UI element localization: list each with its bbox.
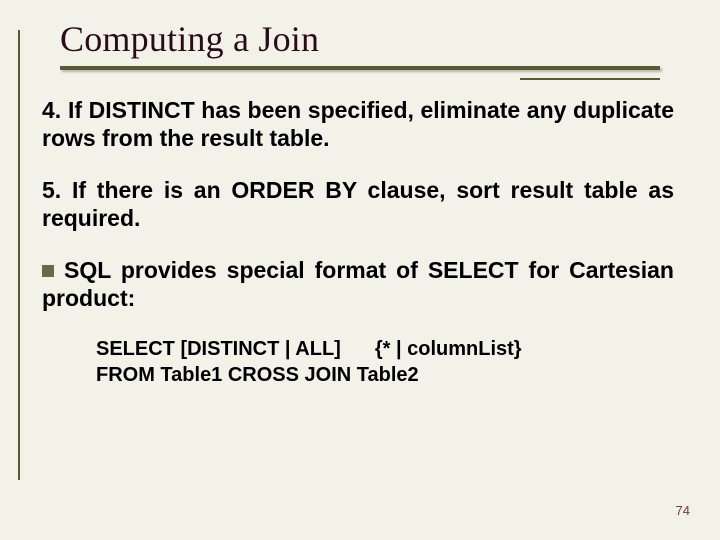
list-item-5: 5. If there is an ORDER BY clause, sort … bbox=[42, 176, 674, 232]
code-line-1: SELECT [DISTINCT | ALL] {* | columnList} bbox=[96, 336, 674, 362]
left-rule bbox=[18, 30, 20, 480]
code-line-1a: SELECT [DISTINCT | ALL] bbox=[96, 338, 341, 360]
code-line-2: FROM Table1 CROSS JOIN Table2 bbox=[96, 362, 674, 388]
code-line-1b: {* | columnList} bbox=[375, 338, 522, 360]
list-marker-4: 4. bbox=[42, 96, 68, 124]
square-bullet-icon bbox=[42, 265, 54, 277]
list-text-bullet: SQL provides special format of SELECT fo… bbox=[42, 257, 674, 311]
page-number: 74 bbox=[676, 503, 690, 518]
slide: Computing a Join 4.If DISTINCT has been … bbox=[0, 0, 720, 540]
slide-body: 4.If DISTINCT has been specified, elimin… bbox=[42, 96, 674, 388]
list-marker-5: 5. bbox=[42, 177, 61, 203]
title-block: Computing a Join bbox=[60, 18, 660, 70]
list-text-5: If there is an ORDER BY clause, sort res… bbox=[42, 177, 674, 231]
list-text-4: If DISTINCT has been specified, eliminat… bbox=[42, 97, 674, 151]
title-underline bbox=[60, 66, 660, 70]
list-item-4: 4.If DISTINCT has been specified, elimin… bbox=[42, 96, 674, 152]
slide-title: Computing a Join bbox=[60, 18, 660, 60]
code-block: SELECT [DISTINCT | ALL]{* | columnList} … bbox=[96, 336, 674, 388]
list-item-bullet: SQL provides special format of SELECT fo… bbox=[42, 256, 674, 312]
